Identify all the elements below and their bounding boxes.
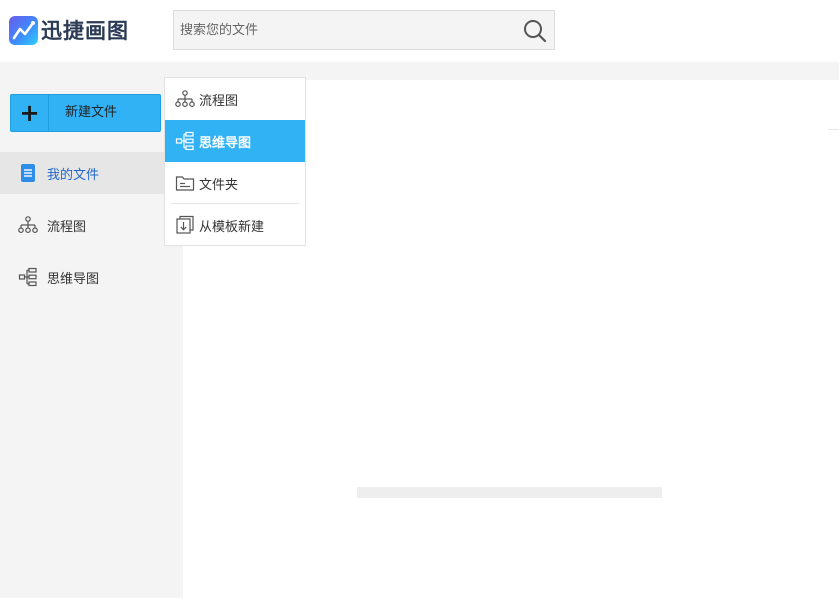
sidebar: + 新建文件 我的文件 流程图 思维导图 xyxy=(0,80,183,598)
menu-item-mindmap[interactable]: 思维导图 xyxy=(165,120,305,162)
menu-item-from-template[interactable]: 从模板新建 xyxy=(165,204,305,246)
sidebar-item-my-files[interactable]: 我的文件 xyxy=(0,152,183,194)
menu-item-label: 从模板新建 xyxy=(199,219,265,235)
content-divider xyxy=(828,129,839,130)
loading-placeholder xyxy=(357,487,662,498)
menu-item-label: 思维导图 xyxy=(199,135,252,151)
menu-item-folder[interactable]: 文件夹 xyxy=(165,162,305,204)
plus-icon: + xyxy=(11,95,49,131)
folder-icon xyxy=(175,173,195,193)
sidebar-item-label: 我的文件 xyxy=(47,167,100,183)
menu-item-flowchart[interactable]: 流程图 xyxy=(165,78,305,120)
flowchart-icon xyxy=(175,89,195,109)
search-icon[interactable] xyxy=(522,18,548,44)
mindmap-icon xyxy=(175,131,195,151)
document-icon xyxy=(18,163,38,183)
logo-icon xyxy=(9,15,38,45)
mindmap-icon xyxy=(18,267,38,287)
sidebar-item-label: 思维导图 xyxy=(47,271,100,287)
template-icon xyxy=(175,215,195,235)
app-logo[interactable]: 迅捷画图 xyxy=(9,15,129,45)
new-file-label: 新建文件 xyxy=(65,105,118,120)
logo-text: 迅捷画图 xyxy=(41,19,129,43)
sidebar-item-label: 流程图 xyxy=(47,219,87,235)
sidebar-item-flowchart[interactable]: 流程图 xyxy=(0,204,183,246)
top-header: 迅捷画图 xyxy=(0,0,839,62)
new-file-button[interactable]: + 新建文件 xyxy=(10,94,161,132)
flowchart-icon xyxy=(18,215,38,235)
search-input[interactable] xyxy=(174,11,514,49)
menu-item-label: 流程图 xyxy=(199,93,239,109)
menu-item-label: 文件夹 xyxy=(199,177,239,193)
new-file-menu: 流程图 思维导图 文件夹 从模板新建 xyxy=(164,77,306,246)
sidebar-item-mindmap[interactable]: 思维导图 xyxy=(0,256,183,298)
header-divider xyxy=(0,62,839,80)
search-box xyxy=(173,10,555,50)
